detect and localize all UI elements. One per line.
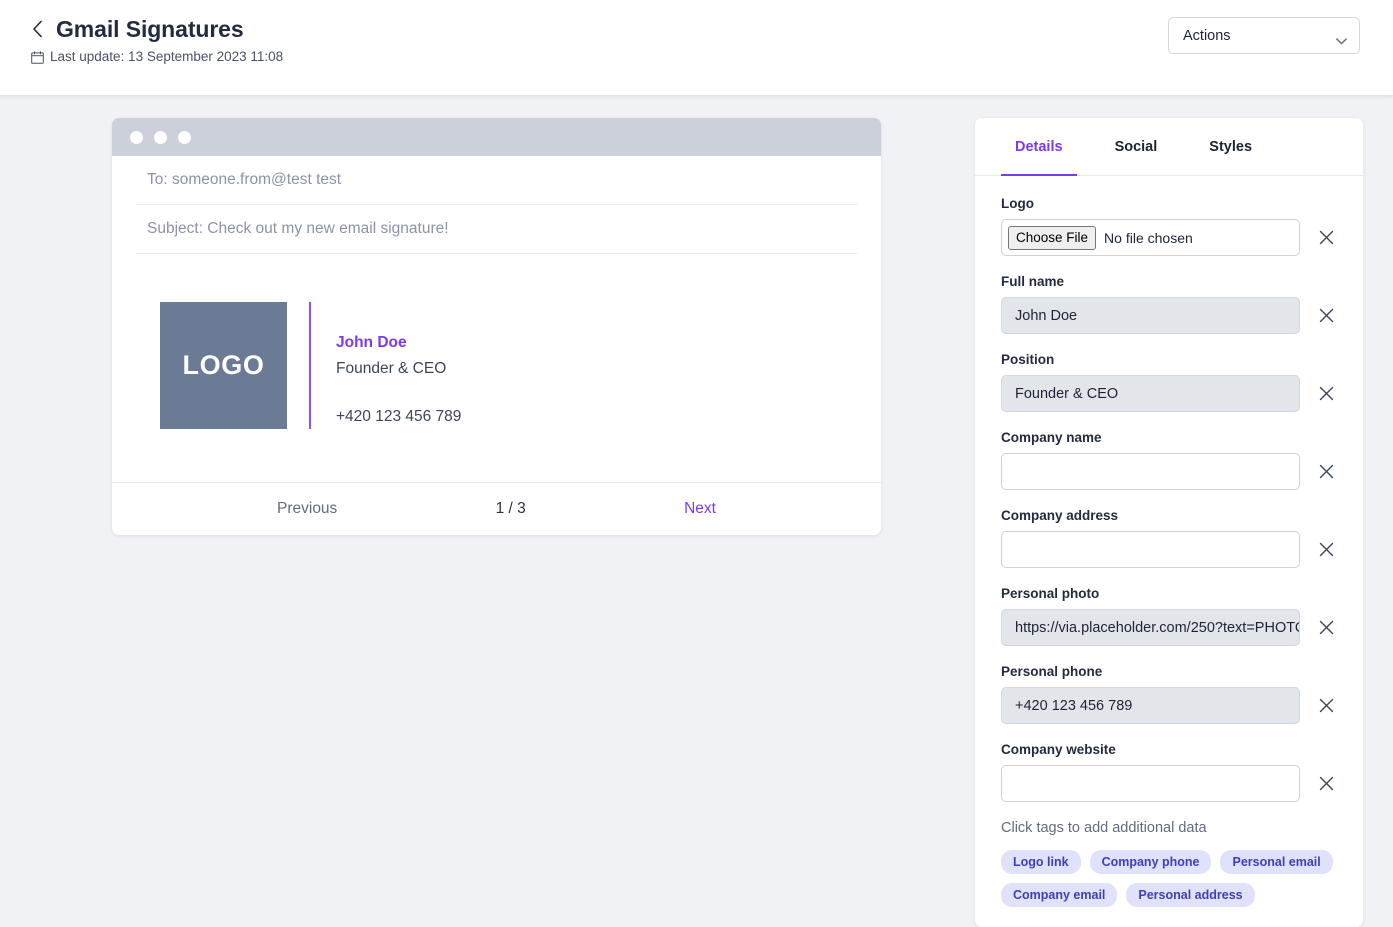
tab-social[interactable]: Social — [1101, 118, 1172, 176]
chevron-down-icon — [1336, 32, 1347, 39]
settings-panel: Details Social Styles Logo Choose File N… — [975, 118, 1363, 927]
choose-file-button[interactable]: Choose File — [1008, 226, 1096, 250]
field-group-logo: Logo Choose File No file chosen — [1001, 195, 1337, 256]
close-icon[interactable] — [1316, 305, 1337, 326]
signature-logo-placeholder: LOGO — [160, 302, 287, 429]
actions-label: Actions — [1183, 27, 1231, 45]
window-dot-close — [130, 131, 143, 144]
position-input[interactable]: Founder & CEO — [1001, 375, 1300, 412]
page-counter: 1 / 3 — [496, 500, 526, 518]
browser-chrome-bar — [112, 118, 881, 156]
close-icon[interactable] — [1316, 227, 1337, 248]
preview-pagination: Previous 1 / 3 Next — [112, 482, 881, 535]
signature-block: LOGO John Doe Founder & CEO +420 123 456… — [136, 254, 857, 482]
tag-list: Logo link Company phone Personal email C… — [1001, 850, 1337, 907]
mail-body: To: someone.from@test test Subject: Chec… — [112, 156, 881, 482]
tag-company-email[interactable]: Company email — [1001, 883, 1117, 907]
signature-phone: +420 123 456 789 — [336, 404, 461, 430]
field-group-personal-phone: Personal phone +420 123 456 789 — [1001, 663, 1337, 724]
signature-name: John Doe — [336, 330, 461, 356]
personal-phone-input[interactable]: +420 123 456 789 — [1001, 687, 1300, 724]
tags-hint: Click tags to add additional data — [1001, 819, 1337, 837]
field-group-position: Position Founder & CEO — [1001, 351, 1337, 412]
field-row-company-address — [1001, 531, 1337, 568]
personal-photo-input[interactable]: https://via.placeholder.com/250?text=PHO… — [1001, 609, 1300, 646]
panel-tabs: Details Social Styles — [975, 118, 1363, 176]
body-area: To: someone.from@test test Subject: Chec… — [0, 95, 1393, 927]
tag-personal-email[interactable]: Personal email — [1220, 850, 1332, 874]
close-icon[interactable] — [1316, 695, 1337, 716]
details-form: Logo Choose File No file chosen Full nam… — [975, 176, 1363, 907]
actions-dropdown-wrap: Actions — [1168, 17, 1360, 54]
tag-company-phone[interactable]: Company phone — [1090, 850, 1212, 874]
field-label-personal-phone: Personal phone — [1001, 663, 1337, 680]
signature-position: Founder & CEO — [336, 356, 461, 382]
field-row-company-name — [1001, 453, 1337, 490]
field-label-logo: Logo — [1001, 195, 1337, 212]
close-icon[interactable] — [1316, 461, 1337, 482]
field-row-full-name: John Doe — [1001, 297, 1337, 334]
tab-styles[interactable]: Styles — [1195, 118, 1266, 176]
next-button[interactable]: Next — [684, 500, 716, 518]
company-address-input[interactable] — [1001, 531, 1300, 568]
field-label-position: Position — [1001, 351, 1337, 368]
field-row-personal-phone: +420 123 456 789 — [1001, 687, 1337, 724]
last-update-text: Last update: 13 September 2023 11:08 — [50, 49, 283, 65]
close-icon[interactable] — [1316, 383, 1337, 404]
chevron-left-icon[interactable] — [26, 17, 48, 41]
tab-details[interactable]: Details — [1001, 118, 1077, 176]
close-icon[interactable] — [1316, 617, 1337, 638]
previous-button[interactable]: Previous — [277, 500, 337, 518]
logo-file-input[interactable]: Choose File No file chosen — [1001, 219, 1300, 256]
mail-to-line: To: someone.from@test test — [136, 156, 857, 205]
field-group-company-website: Company website — [1001, 741, 1337, 802]
page-title: Gmail Signatures — [56, 15, 244, 43]
field-row-company-website — [1001, 765, 1337, 802]
mail-subject-line: Subject: Check out my new email signatur… — [136, 205, 857, 254]
calendar-icon — [31, 51, 44, 64]
company-name-input[interactable] — [1001, 453, 1300, 490]
app-header: Gmail Signatures Last update: 13 Septemb… — [0, 0, 1393, 95]
field-group-personal-photo: Personal photo https://via.placeholder.c… — [1001, 585, 1337, 646]
close-icon[interactable] — [1316, 539, 1337, 560]
close-icon[interactable] — [1316, 773, 1337, 794]
field-row-position: Founder & CEO — [1001, 375, 1337, 412]
field-label-full-name: Full name — [1001, 273, 1337, 290]
email-preview-card: To: someone.from@test test Subject: Chec… — [112, 118, 881, 535]
field-group-full-name: Full name John Doe — [1001, 273, 1337, 334]
company-website-input[interactable] — [1001, 765, 1300, 802]
field-group-company-address: Company address — [1001, 507, 1337, 568]
tag-personal-address[interactable]: Personal address — [1126, 883, 1254, 907]
tag-logo-link[interactable]: Logo link — [1001, 850, 1081, 874]
field-label-personal-photo: Personal photo — [1001, 585, 1337, 602]
field-label-company-website: Company website — [1001, 741, 1337, 758]
field-row-logo: Choose File No file chosen — [1001, 219, 1337, 256]
file-status-text: No file chosen — [1104, 230, 1193, 246]
window-dot-minimize — [154, 131, 167, 144]
field-row-personal-photo: https://via.placeholder.com/250?text=PHO… — [1001, 609, 1337, 646]
window-dot-maximize — [178, 131, 191, 144]
field-label-company-address: Company address — [1001, 507, 1337, 524]
signature-logo-text: LOGO — [183, 350, 265, 381]
field-label-company-name: Company name — [1001, 429, 1337, 446]
signature-details: John Doe Founder & CEO +420 123 456 789 — [311, 302, 461, 430]
actions-dropdown[interactable]: Actions — [1168, 17, 1360, 54]
field-group-company-name: Company name — [1001, 429, 1337, 490]
full-name-input[interactable]: John Doe — [1001, 297, 1300, 334]
